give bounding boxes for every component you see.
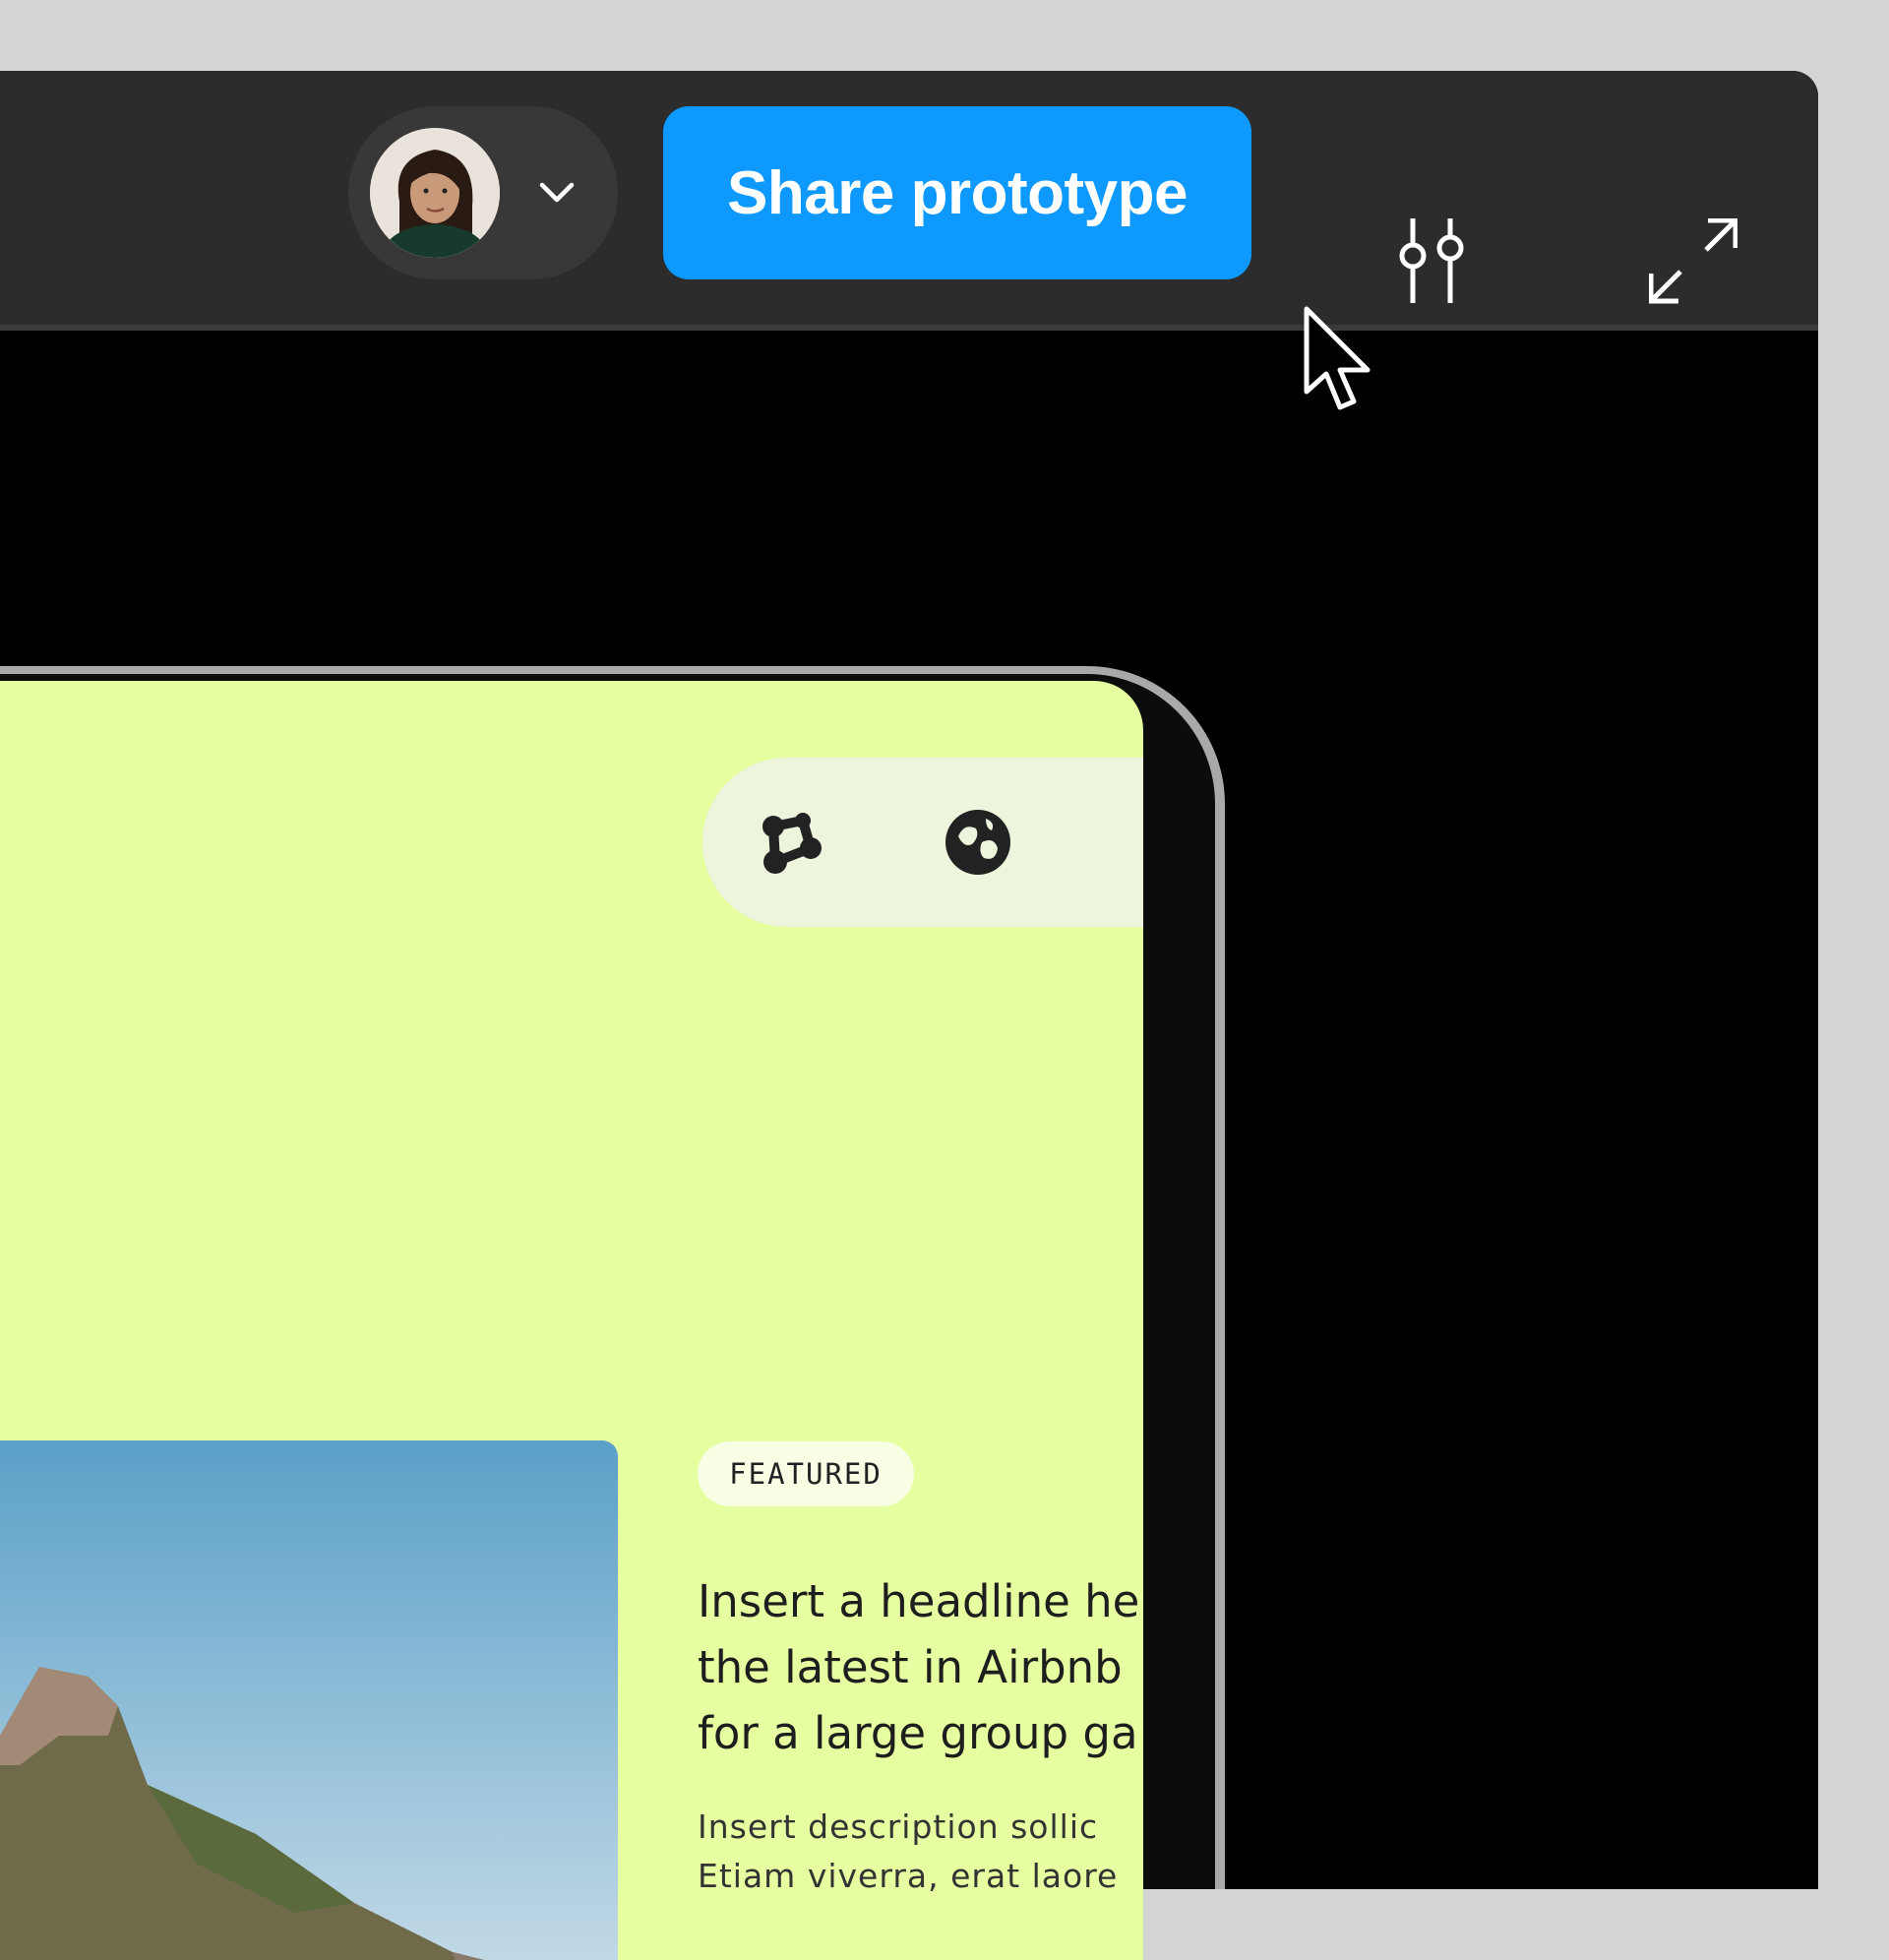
headline-line: Insert a headline he <box>698 1575 1140 1627</box>
prototype-screen: FEATURED Insert a headline he the latest… <box>0 681 1143 1960</box>
sliders-icon[interactable] <box>1383 218 1472 307</box>
chevron-down-icon[interactable] <box>537 175 577 211</box>
headline-line: the latest in Airbnb <box>698 1641 1123 1693</box>
featured-badge: FEATURED <box>698 1441 914 1506</box>
card-description: Insert description sollic Etiam viverra,… <box>698 1803 1143 1901</box>
toolbar: Share prototype <box>0 71 1818 331</box>
card-headline: Insert a headline he the latest in Airbn… <box>698 1568 1143 1766</box>
description-line: Insert description sollic <box>698 1807 1099 1846</box>
share-prototype-button[interactable]: Share prototype <box>663 106 1251 279</box>
mouse-pointer-icon <box>1304 306 1371 410</box>
nav-bar <box>702 758 1143 927</box>
headline-line: for a large group ga <box>698 1707 1138 1759</box>
user-menu[interactable] <box>348 106 618 279</box>
mountain-photo <box>0 1440 618 1960</box>
avatar <box>370 128 500 258</box>
description-line: Etiam viverra, erat laore <box>698 1857 1119 1895</box>
expand-icon[interactable] <box>1649 218 1737 307</box>
molecule-icon[interactable] <box>754 807 824 878</box>
globe-blob-icon[interactable] <box>943 807 1013 878</box>
